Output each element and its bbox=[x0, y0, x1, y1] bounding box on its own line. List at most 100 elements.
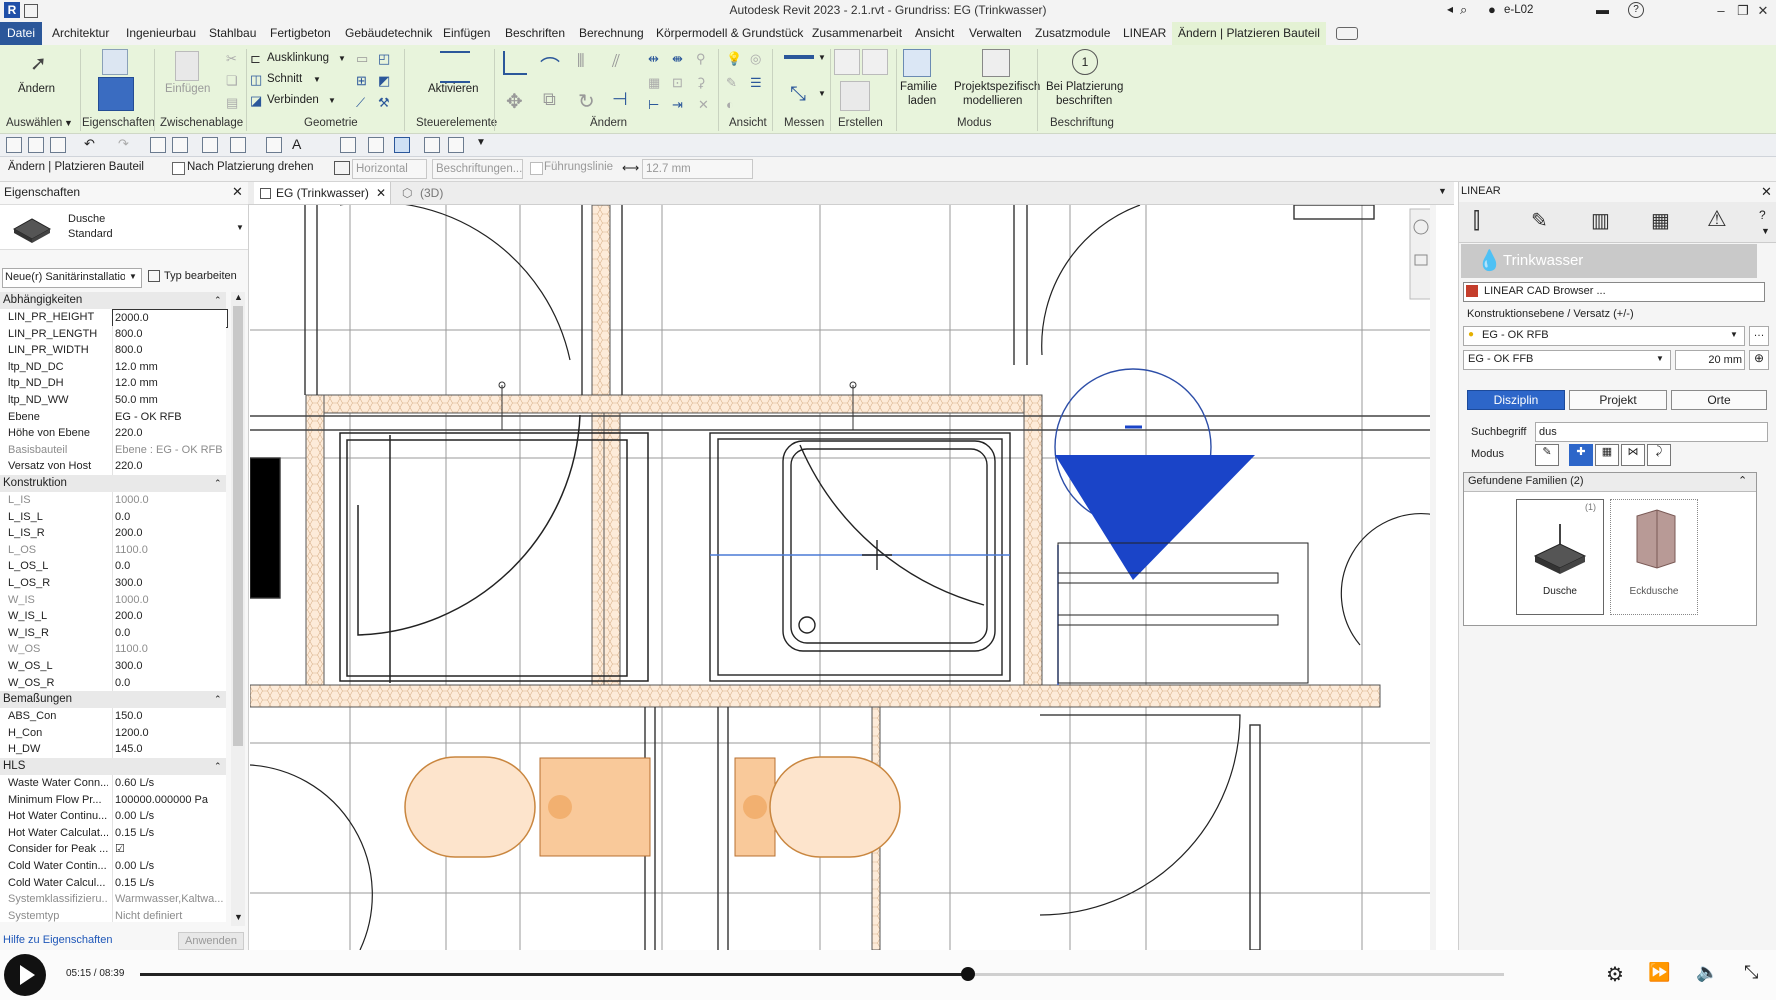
collapse-icon[interactable]: ⌃ bbox=[214, 758, 222, 775]
unpin-icon[interactable]: ⚳ bbox=[696, 75, 706, 91]
tab-ansicht[interactable]: Ansicht bbox=[915, 22, 954, 45]
family-card-eckdusche[interactable]: Eckdusche bbox=[1610, 499, 1698, 615]
minimize-icon[interactable]: – bbox=[1710, 2, 1732, 20]
tabs-dropdown-icon[interactable]: ▼ bbox=[1438, 186, 1447, 196]
tab-ingenieurbau[interactable]: Ingenieurbau bbox=[126, 22, 196, 45]
redo-icon[interactable]: ↷ bbox=[118, 136, 129, 152]
activate-controls-icon[interactable] bbox=[440, 51, 470, 83]
exit-fullscreen-icon[interactable]: ⤡ bbox=[1744, 962, 1758, 983]
save-icon[interactable] bbox=[28, 137, 44, 153]
property-value[interactable]: 0.15 L/s bbox=[112, 824, 227, 842]
mirror-draw-icon[interactable]: ⫽ bbox=[612, 51, 620, 72]
delete-icon[interactable]: ✕ bbox=[698, 97, 709, 113]
hide-bulb-icon[interactable]: 💡 bbox=[726, 51, 742, 67]
level-select-1[interactable]: ● EG - OK RFB ▼ bbox=[1463, 326, 1745, 346]
property-row[interactable]: W_IS 1000.0 bbox=[0, 591, 226, 610]
help-icon[interactable]: ? bbox=[1628, 2, 1644, 18]
verbinden-button[interactable]: Verbinden bbox=[267, 94, 319, 106]
paint-icon[interactable]: ◩ bbox=[378, 73, 390, 89]
property-value[interactable]: 145.0 bbox=[112, 741, 227, 758]
property-value[interactable]: 300.0 bbox=[112, 658, 227, 675]
create-parts-icon[interactable] bbox=[862, 49, 888, 75]
collapse-icon[interactable]: ⌃ bbox=[214, 691, 222, 708]
property-value[interactable]: 0.60 L/s bbox=[112, 775, 227, 792]
tab-einfuegen[interactable]: Einfügen bbox=[443, 22, 490, 45]
cut-geometry-icon[interactable]: ◫ bbox=[250, 72, 262, 88]
volume-icon[interactable]: 🔈 bbox=[1696, 962, 1718, 983]
property-row[interactable]: W_OS_L 300.0 bbox=[0, 658, 226, 676]
property-row[interactable]: L_IS 1000.0 bbox=[0, 492, 226, 510]
scale-icon[interactable]: ⊡ bbox=[672, 75, 683, 91]
property-value[interactable]: 12.0 mm bbox=[112, 358, 227, 376]
aktivieren-button[interactable]: Aktivieren bbox=[428, 83, 479, 95]
close-icon[interactable]: ✕ bbox=[376, 182, 386, 204]
level-more-button[interactable]: … bbox=[1749, 326, 1769, 346]
tag-orientation-icon[interactable] bbox=[334, 161, 350, 175]
split-icon[interactable]: ⇹ bbox=[648, 51, 659, 67]
mode-connect-icon[interactable]: ⋈ bbox=[1621, 444, 1645, 466]
create-similar-icon[interactable] bbox=[840, 81, 870, 111]
property-row[interactable]: Systemklassifizieru... Warmwasser,Kaltwa.… bbox=[0, 891, 226, 909]
close-icon[interactable]: ✕ bbox=[1752, 2, 1774, 20]
tab-zusammenarbeit[interactable]: Zusammenarbeit bbox=[812, 22, 902, 45]
tab-projekt[interactable]: Projekt bbox=[1569, 390, 1667, 410]
tab-fertigbeton[interactable]: Fertigbeton bbox=[270, 22, 331, 45]
section-icon[interactable] bbox=[368, 137, 384, 153]
split-face-icon[interactable]: ◰ bbox=[378, 51, 390, 67]
in-place-model-icon[interactable] bbox=[982, 49, 1010, 77]
mode-route-icon[interactable]: ⤸ bbox=[1647, 444, 1671, 466]
property-row[interactable]: W_OS_R 0.0 bbox=[0, 674, 227, 693]
rotate-checkbox[interactable] bbox=[172, 162, 185, 175]
tab-linear[interactable]: LINEAR bbox=[1123, 22, 1166, 45]
undo-icon[interactable]: ↶ bbox=[84, 136, 95, 152]
property-row[interactable]: LIN_PR_LENGTH 800.0 bbox=[0, 325, 227, 344]
hammer-icon[interactable]: ⚒ bbox=[378, 95, 390, 111]
join-icon[interactable]: ◪ bbox=[250, 93, 262, 109]
leader-checkbox[interactable] bbox=[530, 162, 543, 175]
load-family-line1[interactable]: Familie bbox=[900, 81, 937, 93]
property-row[interactable]: Consider for Peak ... ☑ bbox=[0, 841, 226, 859]
cope-icon[interactable]: ⊏ bbox=[250, 51, 261, 67]
property-value[interactable]: 800.0 bbox=[112, 325, 227, 343]
property-row[interactable]: L_OS_L 0.0 bbox=[0, 558, 226, 576]
property-value[interactable]: 200.0 bbox=[112, 608, 227, 625]
trim-icon[interactable]: ⊣ bbox=[612, 89, 628, 110]
tab-beschriften[interactable]: Beschriften bbox=[505, 22, 565, 45]
chevron-left-icon[interactable]: ◂ bbox=[1447, 2, 1453, 16]
property-value[interactable]: 0.0 bbox=[112, 674, 227, 692]
floor-plan-drawing[interactable] bbox=[250, 205, 1436, 950]
dropdown-arrow-icon[interactable]: ▼ bbox=[64, 118, 73, 128]
align-dimension-icon[interactable] bbox=[230, 137, 246, 153]
scroll-thumb[interactable] bbox=[233, 306, 243, 746]
property-row[interactable]: ltp_ND_DC 12.0 mm bbox=[0, 358, 227, 377]
thin-lines-icon[interactable] bbox=[394, 137, 410, 153]
property-value[interactable]: 50.0 mm bbox=[112, 392, 227, 409]
move-icon[interactable]: ✥ bbox=[506, 89, 523, 114]
binoculars-icon[interactable]: ⌕ bbox=[1460, 2, 1467, 18]
play-button[interactable] bbox=[4, 954, 46, 996]
canvas-vscroll[interactable] bbox=[1430, 205, 1436, 950]
edit-type-button[interactable]: Typ bearbeiten bbox=[146, 268, 244, 286]
tab-berechnung[interactable]: Berechnung bbox=[579, 22, 644, 45]
load-family-line2[interactable]: laden bbox=[908, 95, 936, 107]
property-value[interactable]: ☑ bbox=[112, 841, 227, 858]
model-in-place-line1[interactable]: Projektspezifisch bbox=[954, 81, 1040, 93]
property-row[interactable]: W_OS 1100.0 bbox=[0, 641, 226, 659]
tab-verwalten[interactable]: Verwalten bbox=[969, 22, 1022, 45]
property-row[interactable]: ltp_ND_WW 50.0 mm bbox=[0, 392, 226, 410]
property-row[interactable]: Waste Water Conn... 0.60 L/s bbox=[0, 775, 226, 793]
model-in-place-line2[interactable]: modellieren bbox=[963, 95, 1022, 107]
restore-icon[interactable]: ❐ bbox=[1732, 2, 1754, 20]
measure-icon[interactable] bbox=[784, 55, 814, 59]
property-value[interactable]: 0.00 L/s bbox=[112, 858, 227, 875]
tag-icon[interactable] bbox=[266, 137, 282, 153]
ausklinkung-button[interactable]: Ausklinkung bbox=[267, 52, 329, 64]
mirror-axis-icon[interactable]: ⫴ bbox=[577, 51, 585, 72]
linework-icon[interactable]: ✎ bbox=[726, 75, 737, 91]
properties-icon[interactable] bbox=[98, 77, 134, 111]
tag-on-placement-icon[interactable]: 1 bbox=[1072, 49, 1098, 75]
help-icon[interactable]: ? bbox=[1759, 208, 1766, 222]
property-value[interactable]: 1200.0 bbox=[112, 724, 227, 742]
dropdown-arrow-icon[interactable]: ▼ bbox=[313, 75, 321, 84]
drawing-canvas[interactable] bbox=[250, 205, 1436, 950]
